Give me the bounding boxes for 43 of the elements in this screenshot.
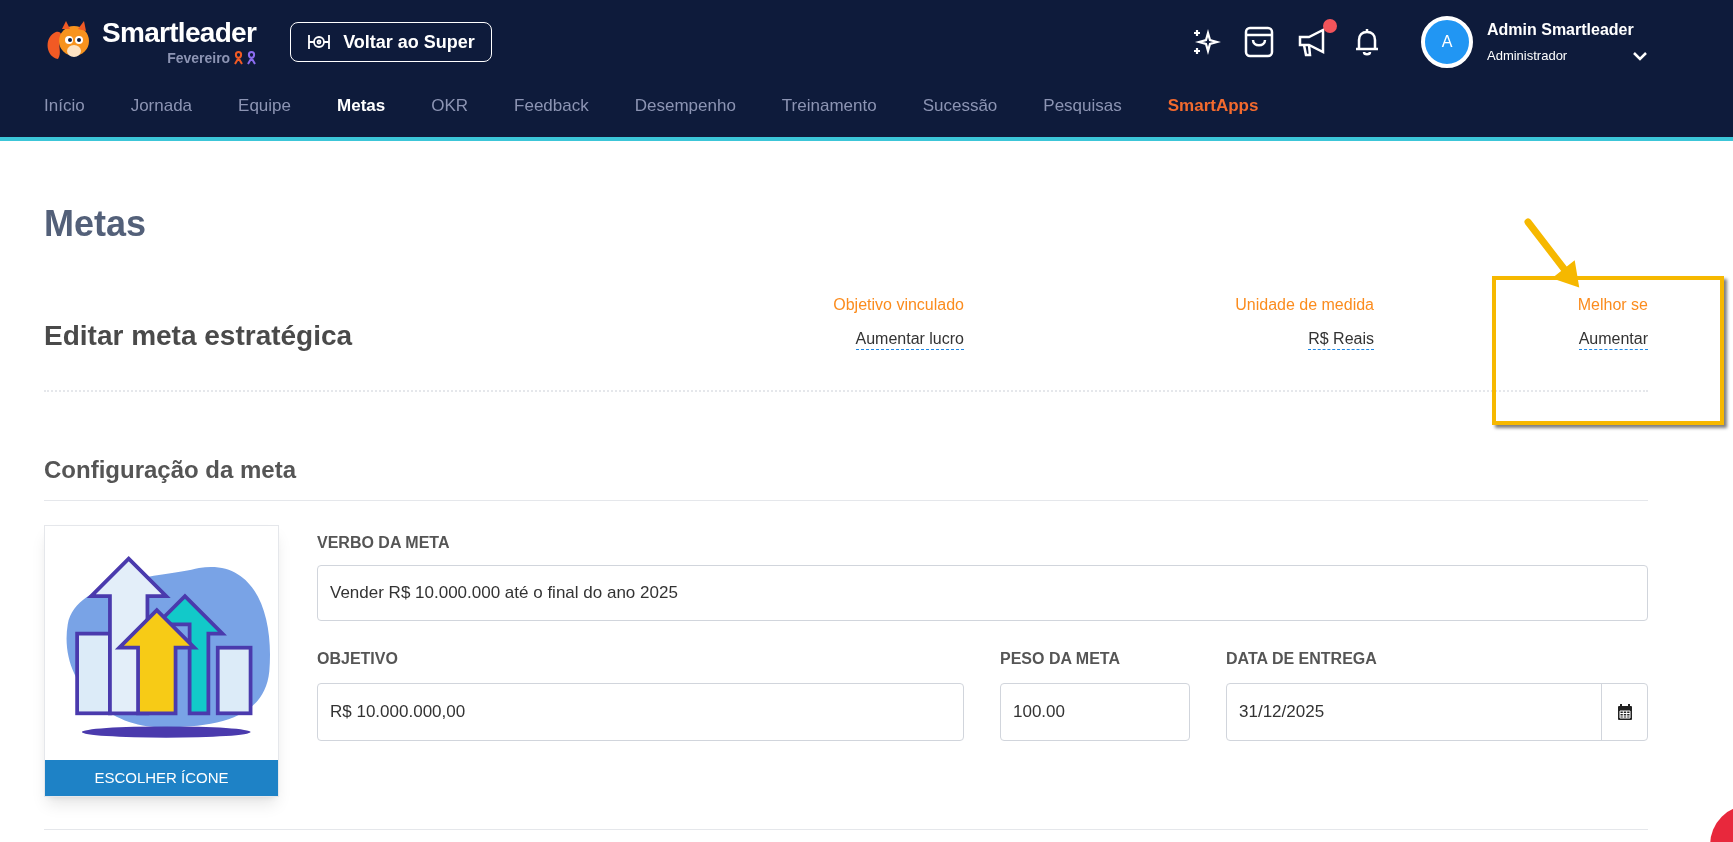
nav-link[interactable]: Equipe	[238, 93, 291, 119]
nav-link[interactable]: Jornada	[130, 93, 193, 119]
field-label: VERBO DA META	[317, 533, 451, 551]
pointer-arrow	[1522, 216, 1582, 288]
nav-link[interactable]: SmartApps	[1167, 93, 1259, 119]
user-role: Administrador	[1487, 47, 1568, 66]
ribbon-icon	[247, 51, 257, 65]
property-label: Melhor se	[1577, 295, 1648, 315]
nav-link[interactable]: Metas	[337, 93, 386, 119]
sparkles-icon[interactable]	[1191, 27, 1221, 57]
objective-input[interactable]: R$ 10.000.000,00	[317, 683, 964, 741]
section-title: Configuração da meta	[44, 452, 1648, 501]
goal-verb-input[interactable]: Vender R$ 10.000.000 até o final do ano 2025	[317, 565, 1648, 621]
bell-icon[interactable]	[1353, 27, 1381, 57]
choose-icon-button[interactable]: ESCOLHER ÍCONE	[45, 760, 278, 796]
user-avatar[interactable]: A	[1421, 16, 1473, 68]
page-title: Metas	[44, 206, 148, 242]
section-title: Editar meta estratégica	[44, 319, 353, 353]
back-to-super-button[interactable]: Voltar ao Super	[290, 22, 492, 62]
nav-link[interactable]: Treinamento	[781, 93, 877, 119]
ribbon-icon	[234, 51, 244, 65]
nav-link[interactable]: Pesquisas	[1043, 93, 1122, 119]
chevron-down-icon[interactable]	[1633, 51, 1647, 61]
nav-link[interactable]: Início	[44, 93, 85, 119]
nav-link[interactable]: Sucessão	[922, 93, 998, 119]
field-label: OBJETIVO	[317, 649, 399, 669]
property-value-link[interactable]: R$ Reais	[1308, 329, 1374, 350]
brand-name: Smartleader	[102, 19, 257, 47]
property-label: Unidade de medida	[1235, 295, 1374, 315]
nav-link[interactable]: Feedback	[514, 93, 589, 119]
month-label: Fevereiro	[167, 51, 231, 65]
field-label: DATA DE ENTREGA	[1226, 649, 1378, 669]
property-value-link[interactable]: Aumentar	[1578, 329, 1648, 350]
nav-link[interactable]: Desempenho	[634, 93, 736, 119]
field-label: PESO DA META	[1000, 649, 1121, 669]
property-value-link[interactable]: Aumentar lucro	[855, 329, 964, 350]
nav-link[interactable]: OKR	[431, 93, 469, 119]
user-name: Admin Smartleader	[1487, 20, 1635, 41]
spaceship-icon	[307, 33, 332, 51]
goal-weight-input[interactable]: 100.00	[1000, 683, 1190, 741]
calendar-icon[interactable]	[1616, 703, 1633, 721]
property-label: Objetivo vinculado	[833, 295, 964, 315]
shopping-bag-icon[interactable]	[1243, 25, 1275, 59]
